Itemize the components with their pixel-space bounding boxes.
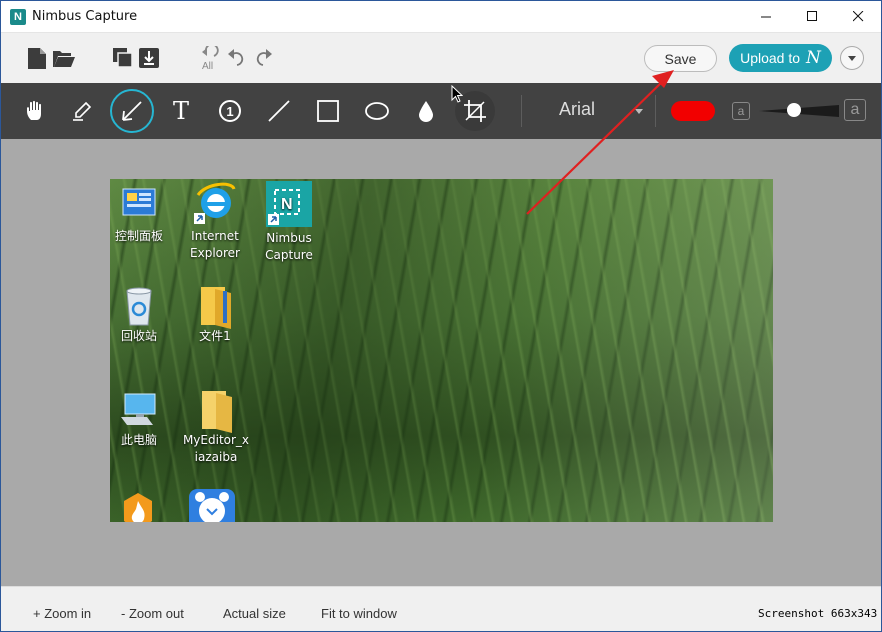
internet-explorer-icon	[192, 181, 238, 225]
alarm-app-icon	[189, 489, 235, 522]
rectangle-icon	[317, 100, 339, 122]
screenshot-size-info: Screenshot 663x343	[758, 607, 877, 620]
flame-app-icon	[118, 491, 158, 522]
folder-icon	[195, 285, 235, 329]
arrow-tool[interactable]	[110, 89, 154, 133]
app-window: N Nimbus Capture All Save Upload to N T …	[0, 0, 882, 632]
save-button[interactable]: Save	[644, 45, 717, 72]
undo-icon[interactable]	[225, 46, 249, 70]
upload-button[interactable]: Upload to N	[729, 44, 832, 72]
fit-to-window-button[interactable]: Fit to window	[321, 606, 397, 621]
font-dropdown-icon[interactable]	[635, 109, 643, 114]
redo-icon[interactable]	[251, 46, 275, 70]
toolbar-divider	[655, 95, 656, 127]
hand-tool[interactable]	[15, 91, 55, 131]
window-title: Nimbus Capture	[32, 9, 138, 24]
desktop-icon-control-panel[interactable]: 控制面板	[110, 185, 172, 245]
text-icon: T	[172, 97, 189, 125]
blur-tool[interactable]	[406, 91, 446, 131]
desktop-icon-label: Internet Explorer	[190, 229, 240, 260]
zoom-in-button[interactable]: + Zoom in	[33, 606, 91, 621]
screenshot-dimensions: 663x343	[830, 607, 878, 620]
nimbus-letter: N	[281, 196, 293, 213]
rectangle-tool[interactable]	[308, 91, 348, 131]
desktop-icon-recycle-bin[interactable]: 回收站	[110, 285, 172, 345]
desktop-icon-app-blue[interactable]	[188, 489, 236, 522]
open-folder-icon[interactable]	[52, 46, 76, 70]
desktop-icon-nimbus-capture[interactable]: N Nimbus Capture	[256, 181, 322, 264]
upload-options-button[interactable]	[840, 46, 864, 70]
drawing-toolbar: T 1 Arial a a	[1, 83, 881, 139]
numbered-step-icon: 1	[219, 100, 241, 122]
size-slider-thumb[interactable]	[787, 103, 801, 117]
desktop-icon-this-pc[interactable]: 此电脑	[110, 389, 172, 449]
status-bar: + Zoom in - Zoom out Actual size Fit to …	[1, 586, 881, 631]
desktop-icon-label: 控制面板	[114, 229, 163, 243]
desktop-icon-folder-1[interactable]: 文件1	[182, 285, 248, 345]
blur-drop-icon	[419, 101, 433, 122]
title-bar: N Nimbus Capture	[1, 1, 881, 32]
upload-label: Upload to	[740, 50, 801, 66]
arrow-icon	[122, 101, 142, 121]
minimize-button[interactable]	[743, 1, 789, 32]
desktop-icon-label: 文件1	[199, 329, 231, 343]
desktop-icon-label: MyEditor_x iazaiba	[182, 433, 250, 464]
desktop-icon-internet-explorer[interactable]: Internet Explorer	[182, 181, 248, 262]
nimbus-capture-icon: N	[266, 181, 312, 227]
marker-icon	[73, 101, 92, 121]
undo-all-label: All	[202, 61, 213, 70]
ellipse-tool[interactable]	[357, 91, 397, 131]
nimbus-logo-icon: N	[10, 8, 26, 25]
undo-all-icon[interactable]: All	[199, 46, 223, 70]
line-tool[interactable]	[259, 91, 299, 131]
folder-icon	[196, 389, 236, 433]
close-button[interactable]	[835, 1, 881, 32]
download-icon[interactable]	[137, 46, 161, 70]
control-panel-icon	[119, 185, 159, 225]
nimbus-note-icon: N	[806, 48, 821, 68]
size-large-label: a	[844, 99, 866, 121]
color-picker[interactable]	[671, 101, 715, 121]
zoom-out-button[interactable]: - Zoom out	[121, 606, 184, 621]
actual-size-button[interactable]: Actual size	[223, 606, 286, 621]
screenshot-label: Screenshot	[758, 607, 825, 620]
marker-tool[interactable]	[62, 91, 102, 131]
captured-screenshot[interactable]: 控制面板 Internet Explorer N Nimbus Capture …	[110, 179, 773, 522]
size-small-label: a	[732, 102, 750, 120]
editor-canvas[interactable]: 控制面板 Internet Explorer N Nimbus Capture …	[1, 139, 881, 586]
recycle-bin-icon	[119, 285, 159, 326]
maximize-icon	[806, 11, 817, 21]
text-tool[interactable]: T	[161, 91, 201, 131]
hand-icon	[27, 100, 41, 120]
mouse-cursor-icon	[451, 85, 463, 103]
this-pc-icon	[119, 389, 159, 429]
chevron-down-icon	[848, 55, 856, 61]
minimize-icon	[760, 16, 771, 18]
new-file-icon[interactable]	[25, 46, 49, 70]
maximize-button[interactable]	[789, 1, 835, 32]
step-number: 1	[226, 103, 234, 119]
desktop-icon-label: 此电脑	[120, 433, 157, 447]
desktop-icon-app-orange[interactable]	[116, 491, 160, 522]
line-icon	[268, 100, 290, 122]
close-icon	[852, 11, 863, 22]
desktop-icon-label: Nimbus Capture	[265, 231, 313, 262]
desktop-icon-label: 回收站	[120, 329, 157, 343]
desktop-icon-myeditor-folder[interactable]: MyEditor_x iazaiba	[180, 389, 252, 466]
numbered-step-tool[interactable]: 1	[210, 91, 250, 131]
copy-icon[interactable]	[111, 46, 135, 70]
crop-icon	[464, 100, 486, 122]
main-toolbar: All Save Upload to N	[1, 32, 881, 83]
toolbar-divider	[521, 95, 522, 127]
ellipse-icon	[365, 102, 389, 120]
